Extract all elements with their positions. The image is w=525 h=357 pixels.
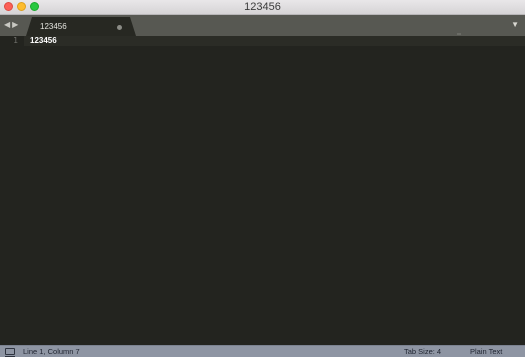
tab-label: 123456 bbox=[40, 22, 67, 31]
syntax-selector[interactable]: Plain Text bbox=[470, 346, 502, 357]
current-line-highlight bbox=[0, 36, 525, 46]
editor-window: 123456 ◀ ▶ 123456 ▼ 1 123456 Line 1, Col… bbox=[0, 0, 525, 357]
back-arrow-icon[interactable]: ◀ bbox=[4, 19, 10, 31]
tab-size-selector[interactable]: Tab Size: 4 bbox=[404, 346, 441, 357]
tab-navigation: ◀ ▶ bbox=[4, 19, 18, 31]
line-number-gutter: 1 bbox=[0, 36, 24, 345]
line-number: 1 bbox=[13, 36, 18, 45]
tab-bar: ◀ ▶ 123456 ▼ bbox=[0, 15, 525, 36]
tab-overflow-chevron-icon[interactable]: ▼ bbox=[511, 20, 519, 30]
minimap-marker bbox=[457, 33, 461, 35]
code-line[interactable]: 123456 bbox=[30, 36, 57, 46]
unsaved-dot-icon[interactable] bbox=[117, 25, 122, 30]
text-editor-area[interactable]: 1 123456 bbox=[0, 33, 525, 345]
cursor-position: Line 1, Column 7 bbox=[23, 347, 80, 356]
forward-arrow-icon[interactable]: ▶ bbox=[12, 19, 18, 31]
status-bar: Line 1, Column 7 Tab Size: 4 Plain Text bbox=[0, 345, 525, 357]
tab-123456[interactable]: 123456 bbox=[26, 17, 136, 36]
show-panel-icon[interactable] bbox=[5, 348, 15, 357]
window-title: 123456 bbox=[244, 1, 281, 13]
title-bar: 123456 bbox=[0, 0, 525, 15]
